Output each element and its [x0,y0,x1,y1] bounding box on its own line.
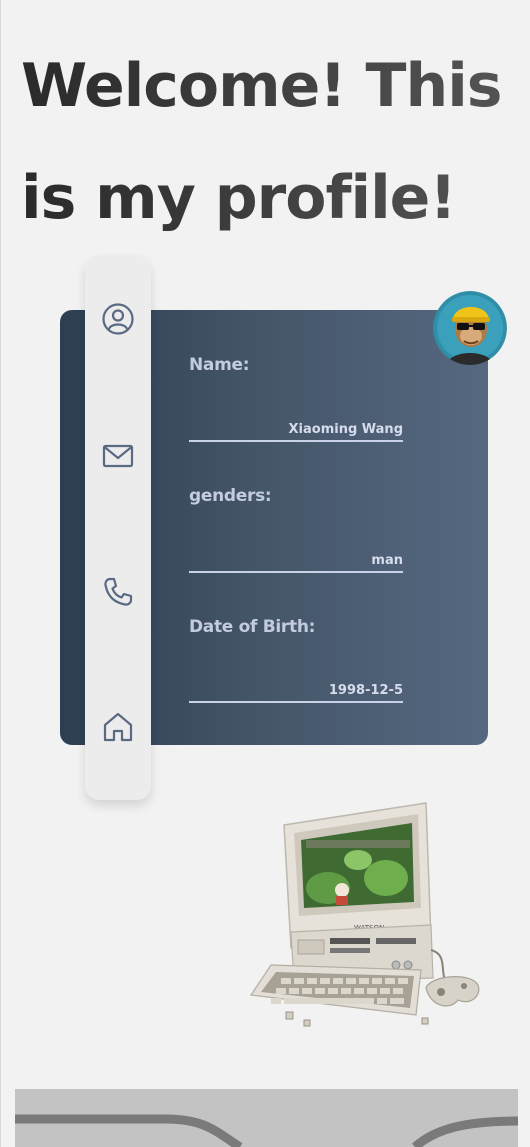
dob-field[interactable] [189,679,403,703]
home-icon[interactable] [101,710,135,744]
gender-field[interactable] [189,549,403,573]
name-field[interactable] [189,418,403,442]
dob-label: Date of Birth: [189,617,316,637]
retro-computer-illustration: WATSON [246,800,486,1035]
avatar[interactable] [433,291,507,365]
side-nav [85,255,151,800]
gender-label: genders: [189,486,272,506]
phone-icon[interactable] [101,575,135,609]
footer-decoration [15,1089,518,1147]
mail-icon[interactable] [101,439,135,473]
name-label: Name: [189,355,250,375]
page-title: Welcome! This is my profile! [21,30,521,254]
user-circle-icon[interactable] [101,302,135,336]
